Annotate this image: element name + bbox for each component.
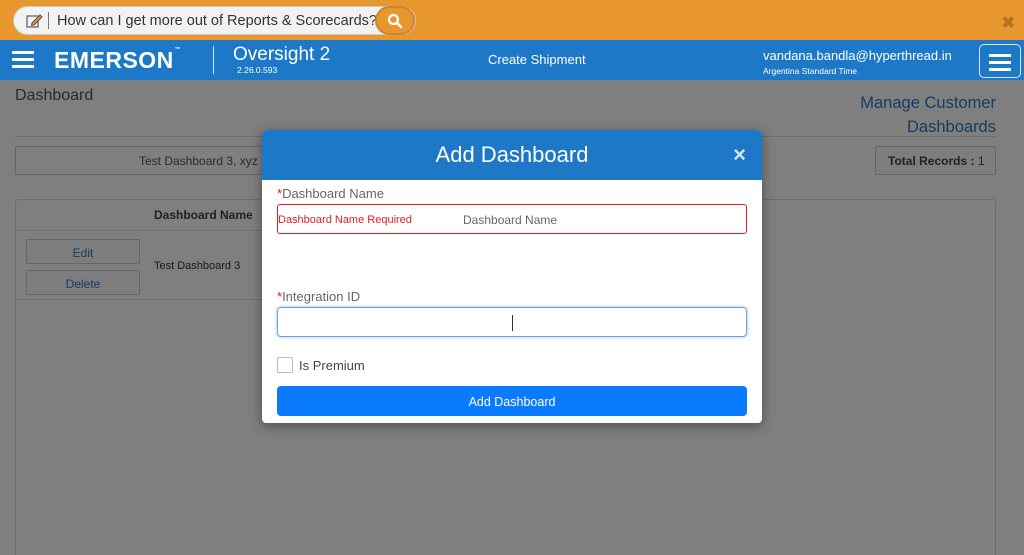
user-timezone: Argentina Standard Time <box>763 66 858 76</box>
dashboard-name-label: *Dashboard Name <box>277 186 384 201</box>
brand-name: EMERSON <box>54 47 174 73</box>
help-search-bar[interactable]: How can I get more out of Reports & Scor… <box>13 6 416 35</box>
add-dashboard-modal: Add Dashboard × *Dashboard Name Dashboar… <box>262 130 762 423</box>
text-caret <box>512 315 513 331</box>
help-divider <box>48 12 49 29</box>
app-name: Oversight 2 <box>233 44 331 65</box>
close-icon[interactable]: ✖ <box>1002 13 1015 33</box>
menu-icon[interactable] <box>12 51 34 69</box>
dashboard-name-placeholder: Dashboard Name <box>463 213 558 227</box>
top-navbar: EMERSON™ Oversight 2 2.26.0.593 Create S… <box>0 40 1024 80</box>
modal-header: Add Dashboard × <box>262 130 762 180</box>
integration-id-label-text: Integration ID <box>282 289 361 304</box>
dashboard-name-label-text: Dashboard Name <box>282 186 384 201</box>
dashboard-name-error: Dashboard Name Required <box>278 214 412 226</box>
modal-title: Add Dashboard <box>435 142 589 167</box>
premium-row: Is Premium <box>277 357 365 373</box>
integration-id-input[interactable] <box>277 307 747 337</box>
premium-label: Is Premium <box>299 357 365 373</box>
dashboard-name-input[interactable]: Dashboard Name Required Dashboard Name <box>277 204 747 234</box>
integration-id-label: *Integration ID <box>277 289 360 304</box>
close-icon[interactable]: × <box>733 142 746 168</box>
brand-divider <box>213 46 214 74</box>
brand-logo: EMERSON™ <box>54 47 181 74</box>
user-email[interactable]: vandana.bandla@hyperthread.in <box>763 48 952 63</box>
brand-trademark: ™ <box>174 47 182 53</box>
search-button[interactable] <box>375 6 415 35</box>
create-shipment-link[interactable]: Create Shipment <box>488 52 586 67</box>
premium-checkbox[interactable] <box>277 357 293 373</box>
add-dashboard-button[interactable]: Add Dashboard <box>277 386 747 416</box>
search-icon <box>387 13 403 28</box>
help-bar: How can I get more out of Reports & Scor… <box>0 0 1024 40</box>
edit-icon <box>26 13 44 29</box>
help-question[interactable]: How can I get more out of Reports & Scor… <box>57 13 377 29</box>
app-version: 2.26.0.593 <box>237 65 278 75</box>
user-menu-icon[interactable] <box>979 44 1021 78</box>
